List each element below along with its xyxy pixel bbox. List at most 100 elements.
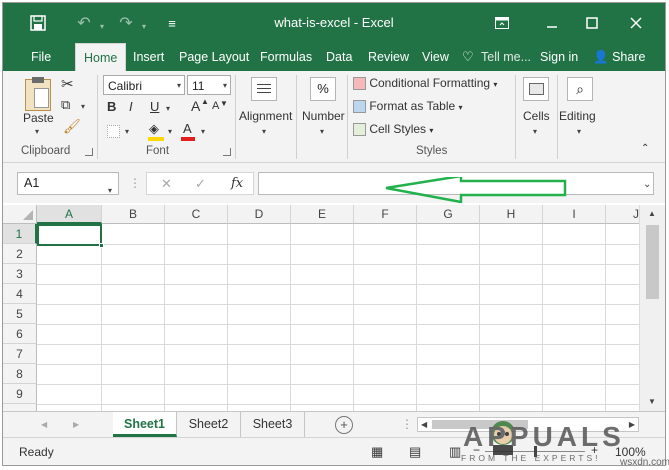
tab-formulas[interactable]: Formulas [260,43,312,71]
column-header[interactable]: A [37,205,102,224]
fill-handle[interactable] [99,243,104,248]
cut-icon[interactable]: ✂ [61,75,74,93]
cancel-icon[interactable]: ✕ [161,176,172,192]
font-color-icon[interactable]: A [183,121,192,136]
enter-icon[interactable]: ✓ [195,176,206,192]
borders-dropdown-icon[interactable]: ▾ [125,127,129,136]
italic-button[interactable]: I [129,99,133,114]
format-painter-icon[interactable]: 🖌 [63,118,81,135]
tab-review[interactable]: Review [368,43,409,71]
row-header[interactable]: 4 [3,284,37,304]
collapse-ribbon-icon[interactable]: ⌃ [641,143,649,154]
page-layout-view-icon[interactable]: ▤ [409,444,421,460]
paste-label[interactable]: Paste [23,111,54,125]
normal-view-icon[interactable]: ▦ [371,444,383,460]
font-size-select[interactable]: 11 ▾ [187,75,231,95]
chevron-down-icon: ▾ [176,81,181,90]
tell-me-search[interactable]: Tell me... [481,43,531,71]
cell-styles-button[interactable]: Cell Styles ▾ [353,122,433,137]
row-header[interactable]: 5 [3,304,37,324]
paste-dropdown-icon[interactable]: ▾ [35,127,39,136]
scroll-left-icon[interactable]: ◀ [421,420,427,429]
vertical-scrollbar[interactable]: ▲ ▼ [639,205,665,411]
prev-sheet-icon[interactable]: ◀ [41,420,47,429]
minimize-icon[interactable] [541,12,563,34]
scroll-down-icon[interactable]: ▼ [648,397,656,406]
bold-button[interactable]: B [107,99,116,114]
row-header-partial[interactable] [3,404,37,411]
alignment-dropdown-icon[interactable]: ▾ [262,127,266,136]
font-launcher-icon[interactable] [223,148,231,156]
conditional-formatting-button[interactable]: Conditional Formatting ▾ [353,76,497,91]
underline-button[interactable]: U [150,99,159,114]
scroll-up-icon[interactable]: ▲ [648,209,656,218]
row-header[interactable]: 9 [3,384,37,404]
row-header[interactable]: 1 [3,224,37,244]
scroll-thumb[interactable] [646,225,659,299]
next-sheet-icon[interactable]: ▶ [73,420,79,429]
add-sheet-button[interactable]: + [335,416,353,434]
editing-dropdown-icon[interactable]: ▾ [577,127,581,136]
split-handle-icon[interactable]: ⋮ [401,417,413,431]
tab-file[interactable]: File [31,43,51,71]
copy-dropdown-icon[interactable]: ▾ [81,102,85,111]
column-header[interactable]: I [543,205,606,224]
column-header[interactable]: E [291,205,354,224]
row-header[interactable]: 8 [3,364,37,384]
column-header[interactable]: H [480,205,543,224]
font-color-dropdown-icon[interactable]: ▾ [201,127,205,136]
paste-icon[interactable] [25,77,51,111]
tab-view[interactable]: View [422,43,449,71]
name-box[interactable]: A1 ▾ [17,172,119,195]
fill-color-dropdown-icon[interactable]: ▾ [168,127,172,136]
decrease-font-button[interactable]: A [212,100,219,112]
share-button[interactable]: 👤 Share [593,43,645,71]
row-header[interactable]: 6 [3,324,37,344]
close-icon[interactable] [625,12,647,34]
column-header[interactable]: D [228,205,291,224]
column-header[interactable]: F [354,205,417,224]
sheet-tab[interactable]: Sheet2 [177,412,241,437]
increase-font-button[interactable]: A [191,98,200,114]
row-header[interactable]: 3 [3,264,37,284]
row-header[interactable]: 7 [3,344,37,364]
copy-icon[interactable]: ⧉ [61,97,70,113]
editing-label[interactable]: Editing [559,109,596,123]
worksheet-grid[interactable]: A B C D E F G H I J 1 2 3 4 5 6 7 8 9 [3,205,639,411]
ribbon-display-icon[interactable] [491,12,513,34]
sign-in-link[interactable]: Sign in [540,43,578,71]
tab-data[interactable]: Data [326,43,352,71]
expand-formula-bar-icon[interactable]: ⌄ [643,179,651,190]
column-header[interactable]: C [165,205,228,224]
row-header[interactable]: 2 [3,244,37,264]
tab-page-layout[interactable]: Page Layout [179,43,249,71]
tab-home[interactable]: Home [75,43,127,71]
sheet-tab[interactable]: Sheet3 [241,412,305,437]
column-header[interactable]: B [102,205,165,224]
styles-group-label: Styles [416,145,448,157]
cells-dropdown-icon[interactable]: ▾ [533,127,537,136]
clipboard-launcher-icon[interactable] [85,148,93,156]
conditional-formatting-label: Conditional Formatting [369,76,491,90]
active-cell[interactable] [37,224,102,246]
maximize-icon[interactable] [581,12,603,34]
cells-label[interactable]: Cells [523,109,550,123]
insert-function-icon[interactable]: fx [231,176,243,191]
select-all-button[interactable] [3,205,37,224]
sheet-tab[interactable]: Sheet1 [113,412,177,437]
fill-color-icon[interactable]: ◈ [149,121,159,137]
number-dropdown-icon[interactable]: ▾ [320,127,324,136]
number-label[interactable]: Number [302,109,345,123]
tab-insert[interactable]: Insert [133,43,164,71]
borders-icon[interactable] [107,125,120,138]
find-icon[interactable]: ⌕ [567,77,593,101]
column-header[interactable]: G [417,205,480,224]
cells-icon[interactable] [523,77,549,101]
font-name-select[interactable]: Calibri ▾ [103,75,185,95]
column-header[interactable]: J [606,205,639,224]
underline-dropdown-icon[interactable]: ▾ [166,104,170,113]
alignment-label[interactable]: Alignment [239,109,292,123]
alignment-icon[interactable] [251,77,277,101]
number-format-icon[interactable]: % [310,77,336,101]
format-as-table-button[interactable]: Format as Table ▾ [353,99,463,114]
